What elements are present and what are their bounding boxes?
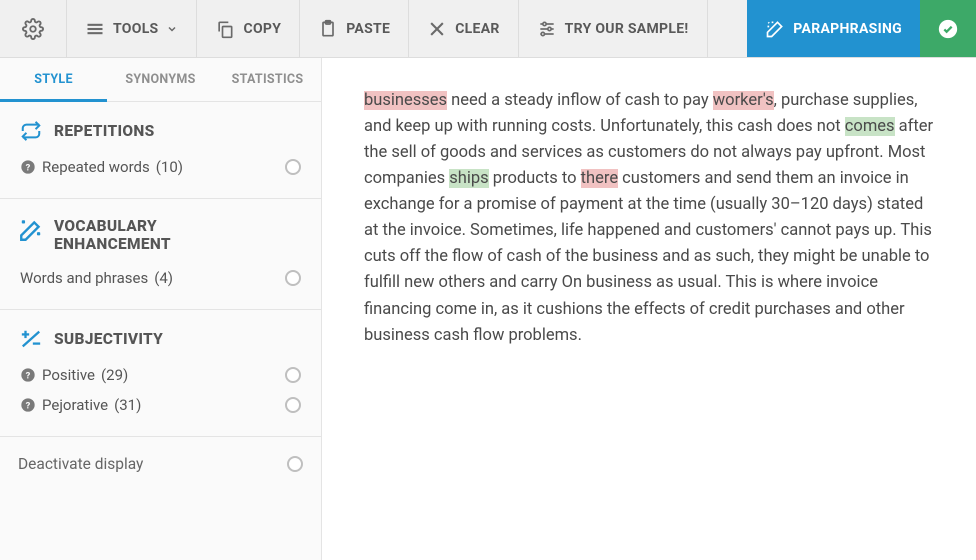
paragraph-text: businesses need a steady inflow of cash … [364,88,934,349]
tab-statistics[interactable]: STATISTICS [214,58,321,101]
help-icon: ? [20,367,36,383]
highlighted-word[interactable]: ships [449,169,488,188]
highlighted-word[interactable]: comes [845,117,895,136]
paraphrasing-button[interactable]: PARAPHRASING [747,0,920,57]
toolbar: TOOLS COPY PASTE CLEAR TRY OUR SAMPLE! P… [0,0,976,58]
check-circle-icon [937,18,959,40]
radio-pejorative[interactable] [285,397,301,413]
section-subjectivity: SUBJECTIVITY ? Positive (29) ? Pejorativ… [0,310,321,437]
paste-button[interactable]: PASTE [300,0,409,57]
tools-button[interactable]: TOOLS [67,0,197,57]
row-pejorative[interactable]: ? Pejorative (31) [18,390,303,420]
section-vocabulary: VOCABULARY ENHANCEMENT Words and phrases… [0,199,321,310]
row-repeated-words[interactable]: ? Repeated words (10) [18,152,303,182]
pejorative-count: (31) [114,396,141,414]
subjectivity-title: SUBJECTIVITY [54,330,163,348]
help-icon: ? [20,159,36,175]
positive-label: Positive [42,366,95,384]
paraphrase-label: PARAPHRASING [793,21,902,37]
paste-icon [318,19,338,39]
close-icon [427,19,447,39]
plus-minus-icon [18,328,44,350]
repeat-icon [18,120,44,142]
confirm-button[interactable] [920,0,976,57]
tools-label: TOOLS [113,21,158,37]
sliders-icon [537,19,557,39]
section-repetitions: REPETITIONS ? Repeated words (10) [0,102,321,199]
clear-button[interactable]: CLEAR [409,0,518,57]
menu-icon [85,19,105,39]
svg-text:?: ? [26,400,31,411]
paste-label: PASTE [346,21,390,37]
pejorative-label: Pejorative [42,396,108,414]
chevron-down-icon [166,23,178,35]
words-phrases-count: (4) [154,269,173,287]
editor-content[interactable]: businesses need a steady inflow of cash … [322,58,976,560]
words-phrases-label: Words and phrases [20,269,148,287]
row-words-phrases[interactable]: Words and phrases (4) [18,263,303,293]
radio-deactivate[interactable] [287,456,303,472]
sample-label: TRY OUR SAMPLE! [565,21,689,37]
sidebar: STYLE SYNONYMS STATISTICS REPETITIONS ? … [0,58,322,560]
row-deactivate[interactable]: Deactivate display [0,437,321,491]
vocab-title-2: ENHANCEMENT [54,235,171,253]
help-icon: ? [20,397,36,413]
radio-words-phrases[interactable] [285,270,301,286]
deactivate-label: Deactivate display [18,455,143,473]
clear-label: CLEAR [455,21,499,37]
svg-text:?: ? [26,370,31,381]
wand-icon [765,19,785,39]
highlighted-word[interactable]: there [581,169,618,188]
settings-button[interactable] [0,0,67,57]
repeated-words-count: (10) [156,158,183,176]
copy-button[interactable]: COPY [197,0,300,57]
try-sample-button[interactable]: TRY OUR SAMPLE! [519,0,708,57]
tab-style[interactable]: STYLE [0,58,107,102]
highlighted-word[interactable]: businesses [364,91,447,110]
copy-label: COPY [243,21,281,37]
positive-count: (29) [101,366,128,384]
repetitions-title: REPETITIONS [54,122,155,140]
magic-wand-icon [18,217,44,243]
row-positive[interactable]: ? Positive (29) [18,360,303,390]
highlighted-word[interactable]: worker's [713,91,774,110]
radio-positive[interactable] [285,367,301,383]
copy-icon [215,19,235,39]
vocab-title-1: VOCABULARY [54,217,171,235]
repeated-words-label: Repeated words [42,158,150,176]
sidebar-tabs: STYLE SYNONYMS STATISTICS [0,58,321,102]
svg-text:?: ? [26,162,31,173]
radio-repeated-words[interactable] [285,159,301,175]
tab-synonyms[interactable]: SYNONYMS [107,58,214,101]
gear-icon [22,18,44,40]
